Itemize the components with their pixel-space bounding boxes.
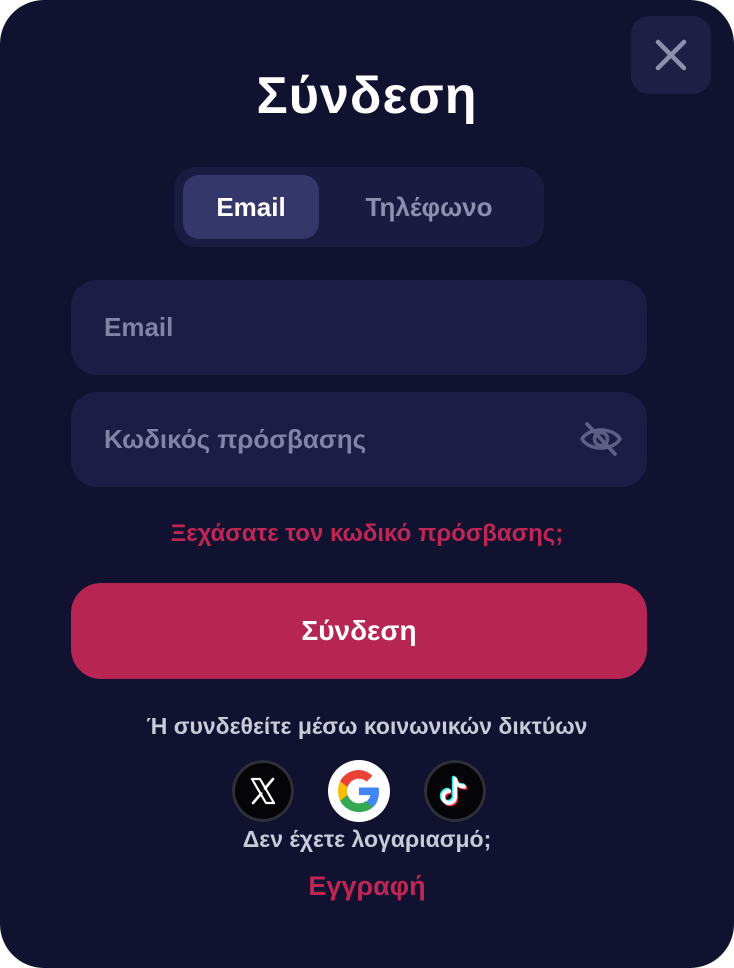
x-logo-icon [250, 777, 276, 805]
social-tiktok-button[interactable] [424, 760, 486, 822]
tab-phone[interactable]: Τηλέφωνο [324, 175, 534, 239]
email-input[interactable] [104, 312, 564, 343]
social-x-button[interactable] [232, 760, 294, 822]
google-logo-icon [338, 770, 379, 812]
login-method-tabs: Email Τηλέφωνο [174, 167, 544, 247]
login-modal: Σύνδεση Email Τηλέφωνο Ξεχάσατε τον κωδι… [0, 0, 734, 968]
social-google-button[interactable] [328, 760, 390, 822]
tiktok-logo-icon [439, 775, 468, 807]
email-field-container [71, 280, 647, 375]
password-visibility-toggle[interactable] [579, 418, 623, 460]
forgot-password-link[interactable]: Ξεχάσατε τον κωδικό πρόσβασης; [0, 520, 734, 548]
modal-title: Σύνδεση [256, 67, 478, 125]
social-login-label: Ή συνδεθείτε μέσω κοινωνικών δικτύων [146, 713, 588, 739]
login-submit-button[interactable]: Σύνδεση [71, 583, 647, 679]
tab-email[interactable]: Email [183, 175, 319, 239]
eye-off-icon [580, 422, 622, 456]
password-field-container [71, 392, 647, 487]
no-account-text: Δεν έχετε λογαριασμό; [242, 826, 492, 852]
password-input[interactable] [104, 424, 564, 455]
register-link[interactable]: Εγγραφή [0, 871, 734, 902]
